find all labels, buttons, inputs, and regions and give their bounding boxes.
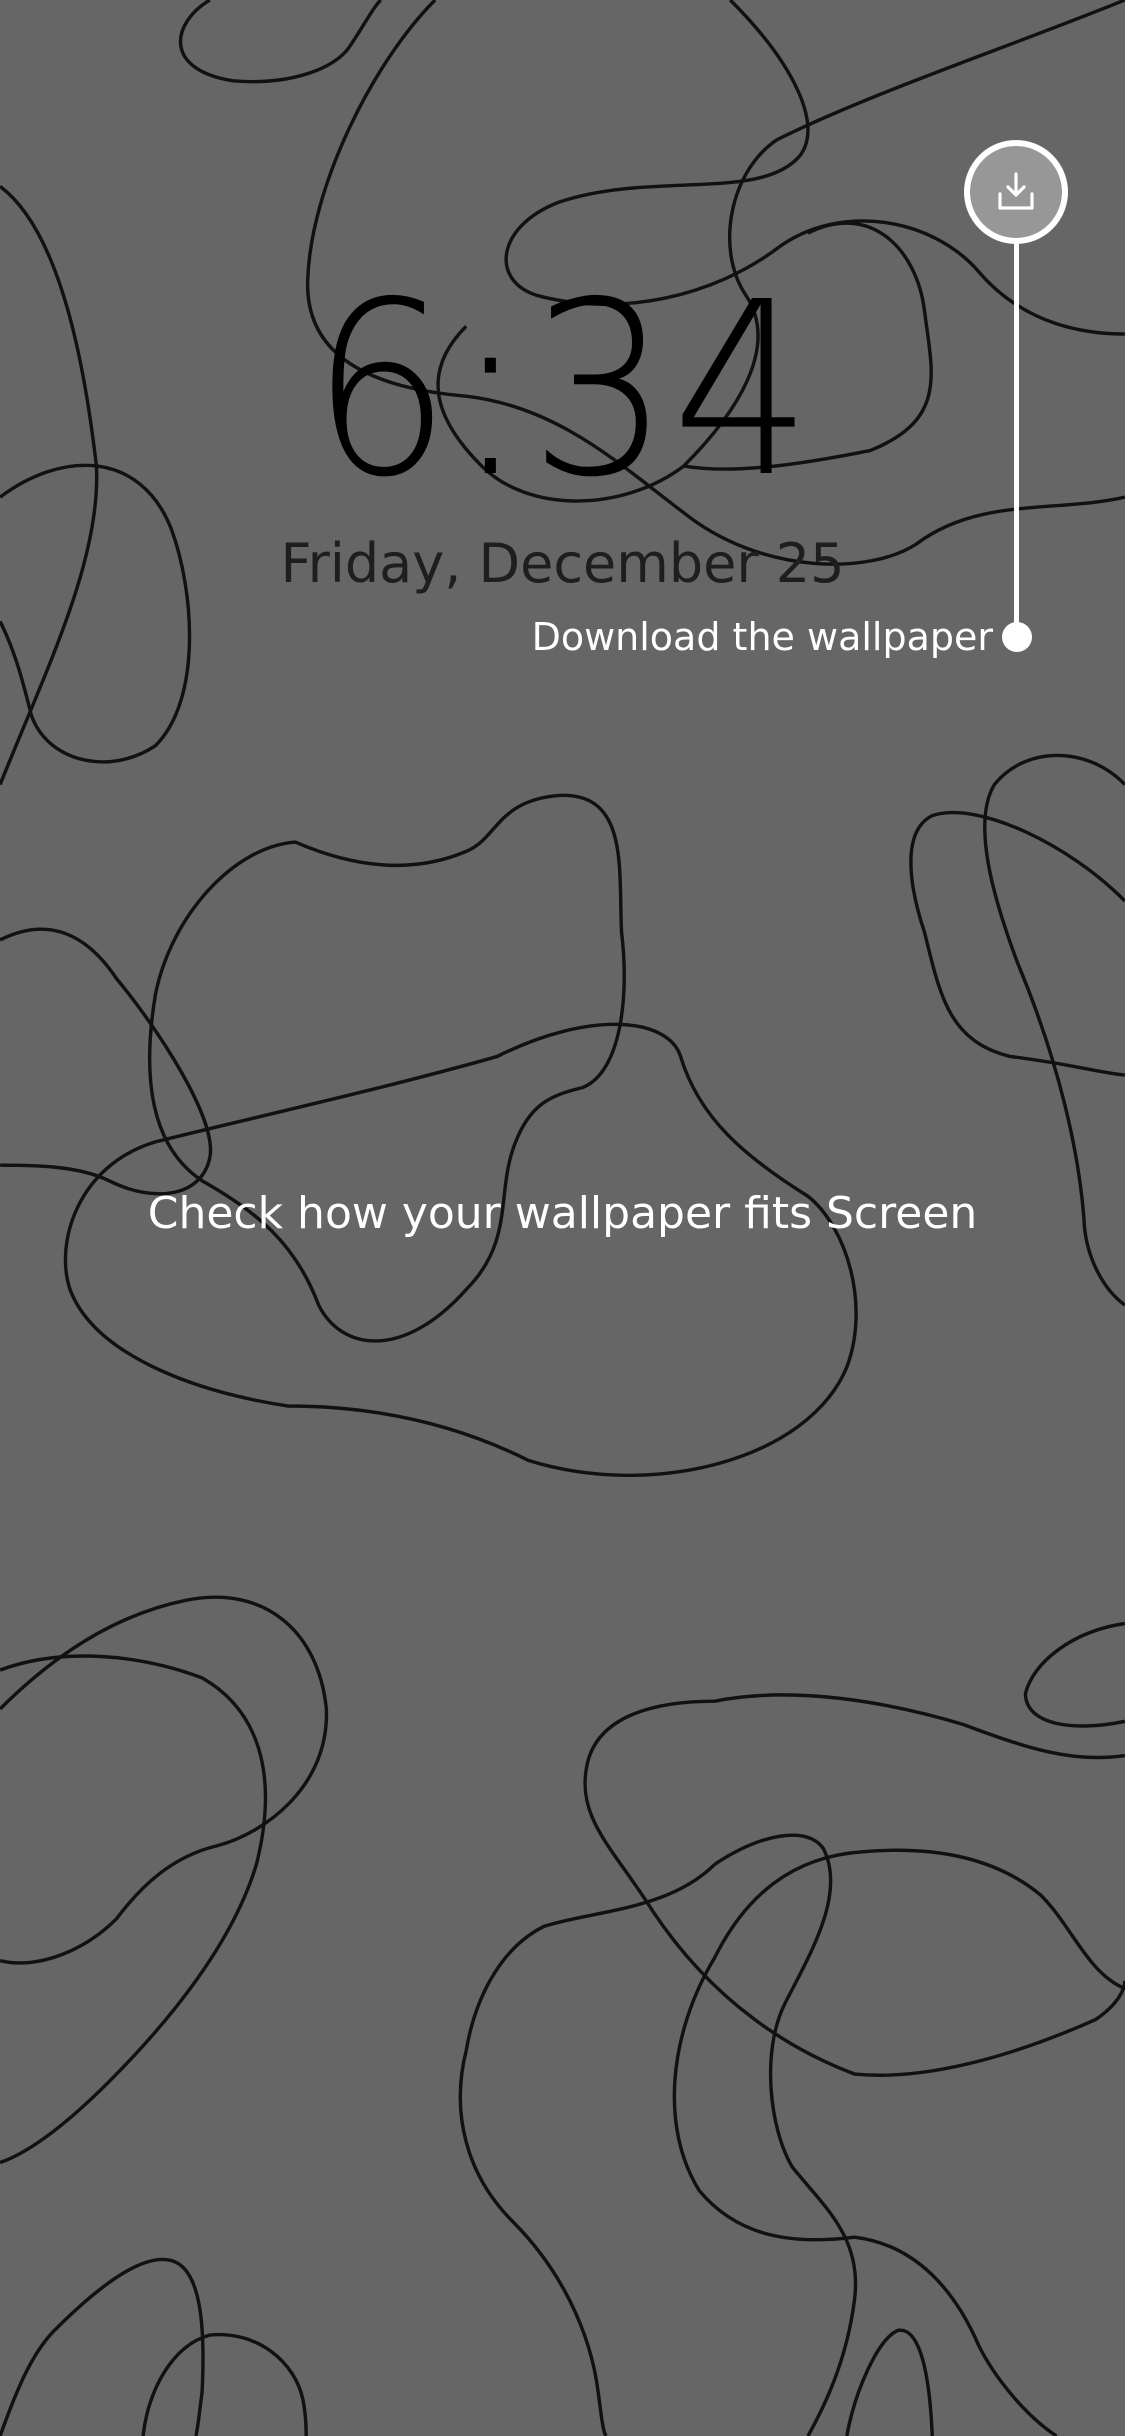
lock-screen-date: Friday, December 25 xyxy=(280,532,845,595)
line-art-stroke xyxy=(147,793,626,1343)
line-art-stroke xyxy=(141,2332,308,2436)
line-art-stroke xyxy=(0,2257,205,2436)
line-art-stroke xyxy=(464,1863,716,2051)
download-guide-dot xyxy=(1002,622,1032,652)
line-art-stroke xyxy=(1023,1621,1125,1728)
download-wallpaper-button[interactable] xyxy=(964,140,1068,244)
line-art-stroke xyxy=(458,2050,608,2436)
line-art-stroke xyxy=(178,0,382,84)
line-art-stroke xyxy=(672,1848,1125,2436)
line-art-stroke xyxy=(0,1595,329,1965)
line-art-stroke xyxy=(0,927,213,1196)
line-art-stroke xyxy=(583,1693,1125,2077)
download-guide-line xyxy=(1014,244,1019,634)
line-art-stroke xyxy=(909,810,1125,1077)
preview-hint-text: Check how your wallpaper fits Screen xyxy=(147,1188,978,1239)
lock-screen-clock: 6:34 xyxy=(310,250,815,530)
download-wallpaper-label: Download the wallpaper xyxy=(531,615,993,659)
line-art-stroke xyxy=(845,2328,934,2436)
line-art-stroke xyxy=(0,1654,268,2165)
line-art-stroke xyxy=(63,1022,858,1477)
download-icon xyxy=(998,172,1034,210)
